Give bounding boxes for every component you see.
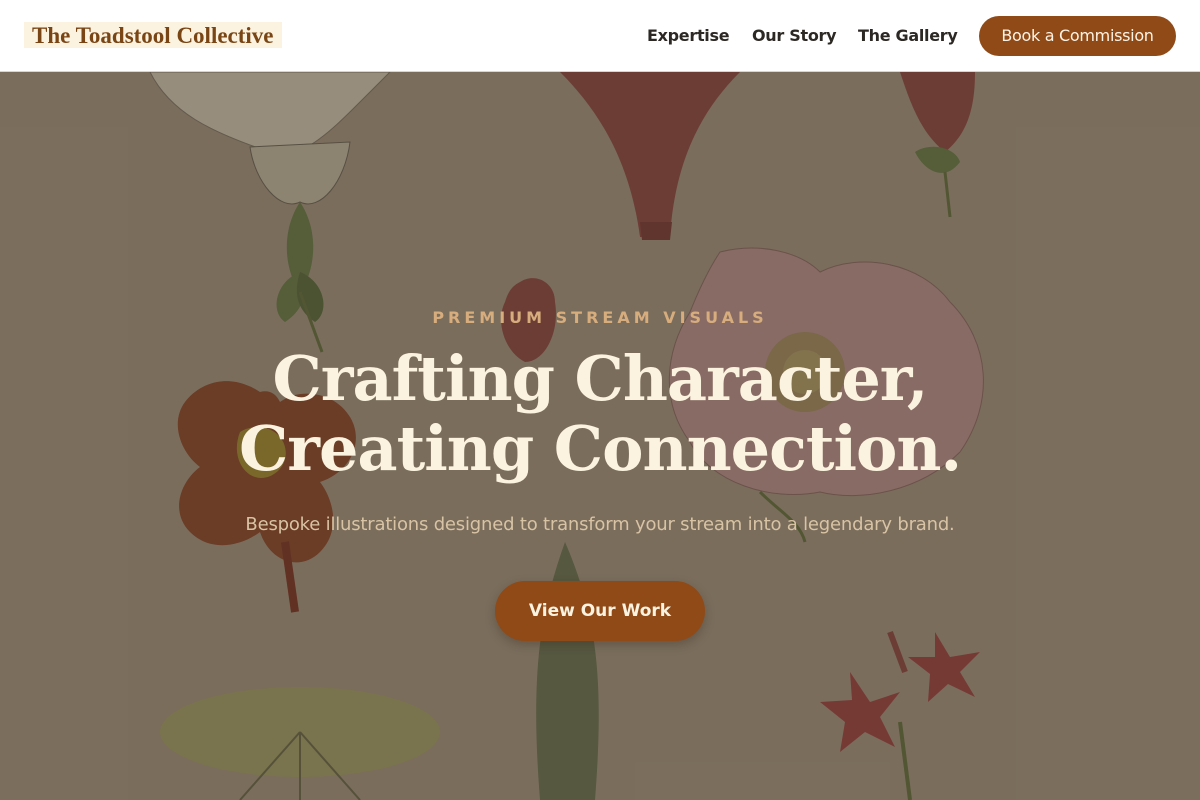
hero-subheadline: Bespoke illustrations designed to transf…: [245, 514, 955, 535]
book-commission-button[interactable]: Book a Commission: [979, 16, 1176, 56]
nav-link-expertise[interactable]: Expertise: [647, 25, 730, 47]
hero-headline-line-2: Creating Connection.: [238, 412, 962, 485]
site-header: The Toadstool Collective Expertise Our S…: [0, 0, 1200, 72]
nav-link-gallery[interactable]: The Gallery: [858, 25, 958, 47]
nav-link-our-story[interactable]: Our Story: [752, 25, 837, 47]
brand-logo[interactable]: The Toadstool Collective: [24, 22, 282, 48]
view-our-work-button[interactable]: View Our Work: [495, 581, 705, 641]
hero-headline-line-1: Crafting Character,: [272, 342, 928, 415]
hero-headline: Crafting Character, Creating Connection.: [0, 344, 1200, 484]
hero-section: PREMIUM STREAM VISUALS Crafting Characte…: [0, 72, 1200, 800]
hero-eyebrow: PREMIUM STREAM VISUALS: [432, 308, 768, 327]
